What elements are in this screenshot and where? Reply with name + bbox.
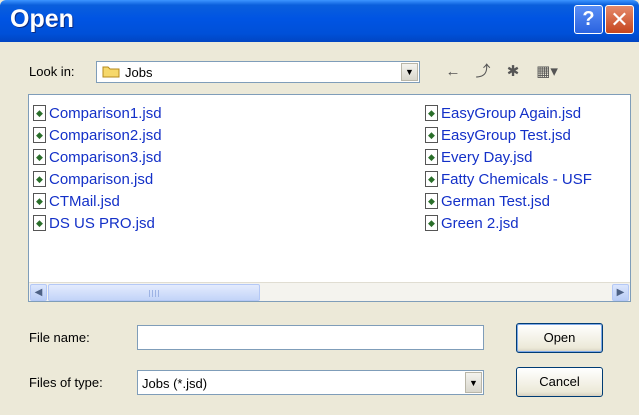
- up-folder-icon[interactable]: ⤴: [472, 62, 494, 82]
- scrollbar-thumb[interactable]: [48, 284, 260, 301]
- open-button[interactable]: Open: [516, 323, 603, 353]
- lookin-label: Look in:: [29, 64, 75, 79]
- lookin-dropdown[interactable]: Jobs ▼: [96, 61, 420, 83]
- cancel-button[interactable]: Cancel: [516, 367, 603, 397]
- folder-icon: [102, 66, 120, 78]
- file-item[interactable]: ◆ Fatty Chemicals - USF: [425, 168, 592, 190]
- file-item[interactable]: ◆ EasyGroup Again.jsd: [425, 102, 592, 124]
- lookin-value: Jobs: [125, 65, 153, 80]
- filename-label: File name:: [29, 330, 90, 345]
- close-button[interactable]: ✕: [605, 5, 634, 34]
- help-button[interactable]: ?: [574, 5, 603, 34]
- window-title: Open: [10, 5, 74, 33]
- chevron-down-icon[interactable]: ▼: [401, 63, 418, 81]
- file-icon: ◆: [33, 215, 46, 231]
- scroll-left-icon[interactable]: ◀: [30, 284, 47, 301]
- file-item[interactable]: ◆ Every Day.jsd: [425, 146, 592, 168]
- grip-icon: [149, 290, 161, 297]
- file-item[interactable]: ◆ Comparison2.jsd: [33, 124, 162, 146]
- file-icon: ◆: [425, 215, 438, 231]
- file-icon: ◆: [425, 193, 438, 209]
- file-item[interactable]: ◆ DS US PRO.jsd: [33, 212, 162, 234]
- file-item[interactable]: ◆ CTMail.jsd: [33, 190, 162, 212]
- file-icon: ◆: [425, 105, 438, 121]
- file-item[interactable]: ◆ German Test.jsd: [425, 190, 592, 212]
- chevron-down-icon[interactable]: ▼: [465, 372, 482, 393]
- file-icon: ◆: [33, 127, 46, 143]
- file-icon: ◆: [33, 149, 46, 165]
- file-icon: ◆: [425, 127, 438, 143]
- back-icon[interactable]: ←: [442, 62, 464, 82]
- title-bar[interactable]: Open ? ✕: [0, 0, 639, 42]
- file-icon: ◆: [425, 171, 438, 187]
- views-menu-icon[interactable]: ▦▾: [532, 62, 562, 82]
- file-item[interactable]: ◆ Comparison.jsd: [33, 168, 162, 190]
- filetype-value: Jobs (*.jsd): [142, 376, 208, 391]
- file-column-1: ◆ Comparison1.jsd ◆ Comparison2.jsd ◆ Compa…: [33, 102, 162, 234]
- file-icon: ◆: [425, 149, 438, 165]
- file-icon: ◆: [33, 105, 46, 121]
- filename-input[interactable]: [137, 325, 484, 350]
- file-item[interactable]: ◆ Green 2.jsd: [425, 212, 592, 234]
- horizontal-scrollbar[interactable]: ◀ ▶: [29, 282, 630, 301]
- new-folder-icon[interactable]: ✱: [502, 62, 524, 82]
- file-icon: ◆: [33, 193, 46, 209]
- scroll-right-icon[interactable]: ▶: [612, 284, 629, 301]
- file-item[interactable]: ◆ EasyGroup Test.jsd: [425, 124, 592, 146]
- filetype-label: Files of type:: [29, 375, 103, 390]
- file-item[interactable]: ◆ Comparison1.jsd: [33, 102, 162, 124]
- file-list[interactable]: ◆ Comparison1.jsd ◆ Comparison2.jsd ◆ Compa…: [28, 94, 631, 302]
- file-icon: ◆: [33, 171, 46, 187]
- filetype-dropdown[interactable]: Jobs (*.jsd) ▼: [137, 370, 484, 395]
- file-column-2: ◆ EasyGroup Again.jsd ◆ EasyGroup Test.jsd…: [425, 102, 592, 234]
- file-item[interactable]: ◆ Comparison3.jsd: [33, 146, 162, 168]
